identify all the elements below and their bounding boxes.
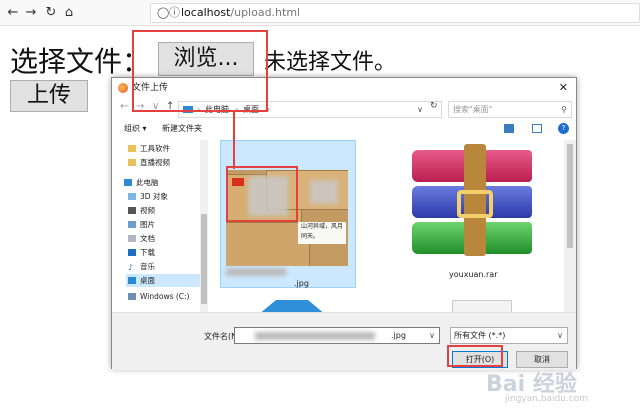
watermark-url: jingyan.baidu.com bbox=[505, 394, 589, 404]
no-file-text: 未选择文件。 bbox=[264, 50, 397, 75]
open-highlight-box bbox=[447, 345, 503, 367]
sidebar-item-c-drive[interactable]: Windows (C:) bbox=[128, 290, 189, 303]
url-host: localhost bbox=[181, 6, 231, 19]
browser-toolbar: ← → ↻ ⌂ ◯ ⓘ localhost/upload.html bbox=[0, 0, 640, 26]
picture-icon bbox=[128, 221, 136, 228]
chevron-down-icon: ∨ bbox=[557, 331, 563, 340]
organize-menu[interactable]: 组织 ▾ bbox=[124, 120, 147, 138]
sidebar-item-3d[interactable]: 3D 对象 bbox=[128, 190, 168, 203]
search-input[interactable]: 搜索"桌面" ⚲ bbox=[448, 101, 572, 118]
firefox-icon bbox=[118, 83, 128, 93]
file-upload-dialog: 文件上传 ✕ ← → ∨ ↑ › 此电脑 › 桌面 › ∨ ↻ 搜索"桌面" ⚲… bbox=[111, 77, 577, 370]
drive-icon bbox=[128, 293, 136, 300]
document-icon bbox=[128, 235, 136, 242]
note-text: 山河异域，风月同天。 bbox=[298, 222, 346, 244]
chevron-down-icon[interactable]: ∨ bbox=[417, 102, 423, 117]
winrar-icon bbox=[412, 144, 532, 260]
filename-input[interactable]: .jpg ∨ bbox=[234, 327, 440, 344]
video-icon bbox=[128, 207, 136, 214]
music-icon: ♪ bbox=[128, 263, 134, 272]
refresh-icon[interactable]: ↻ bbox=[430, 101, 438, 111]
search-icon: ⚲ bbox=[561, 105, 567, 114]
home-icon[interactable]: ⌂ bbox=[60, 4, 78, 22]
back-icon[interactable]: ← bbox=[120, 101, 128, 112]
sidebar-item-pictures[interactable]: 图片 bbox=[128, 218, 155, 231]
folder-icon bbox=[128, 159, 136, 166]
upload-button[interactable]: 上传 bbox=[10, 80, 88, 112]
partial-document-icon bbox=[452, 300, 512, 312]
shield-icon: ◯ bbox=[157, 6, 170, 19]
download-icon bbox=[128, 249, 136, 256]
computer-icon bbox=[124, 179, 132, 186]
sidebar-item-this-pc[interactable]: 此电脑 bbox=[124, 176, 159, 189]
url-path: /upload.html bbox=[230, 6, 301, 19]
partial-file-icon bbox=[252, 300, 332, 312]
scroll-thumb[interactable] bbox=[201, 214, 207, 304]
sidebar-scrollbar[interactable] bbox=[200, 140, 208, 312]
file-name-rar[interactable]: youxuan.rar bbox=[449, 270, 498, 279]
pane-icon[interactable] bbox=[532, 124, 542, 133]
sidebar-item-tools[interactable]: 工具软件 bbox=[128, 142, 170, 155]
info-icon[interactable]: ⓘ bbox=[169, 4, 180, 22]
close-icon[interactable]: ✕ bbox=[559, 78, 568, 98]
file-highlight-box bbox=[226, 166, 298, 222]
file-name-jpg[interactable] bbox=[226, 268, 286, 277]
highlight-connector bbox=[233, 111, 235, 169]
file-type-select[interactable]: 所有文件 (*.*) ∨ bbox=[450, 327, 568, 344]
dialog-toolbar: 组织 ▾ 新建文件夹 ? bbox=[112, 120, 576, 138]
sidebar-item-music[interactable]: ♪ 音乐 bbox=[128, 260, 155, 273]
desktop-icon bbox=[128, 277, 136, 284]
reload-icon[interactable]: ↻ bbox=[42, 4, 60, 22]
cube-icon bbox=[128, 193, 136, 200]
sidebar-item-desktop[interactable]: 桌面 bbox=[126, 274, 206, 287]
sidebar-item-video[interactable]: 视频 bbox=[128, 204, 155, 217]
help-icon[interactable]: ? bbox=[558, 123, 569, 134]
new-folder-button[interactable]: 新建文件夹 bbox=[162, 120, 202, 138]
view-icon[interactable] bbox=[504, 124, 514, 133]
sidebar-item-documents[interactable]: 文档 bbox=[128, 232, 155, 245]
forward-icon[interactable]: → bbox=[22, 4, 40, 22]
folder-icon bbox=[128, 145, 136, 152]
sidebar-item-downloads[interactable]: 下载 bbox=[128, 246, 155, 259]
sidebar-item-live-video[interactable]: 直播视频 bbox=[128, 156, 170, 169]
chevron-down-icon[interactable]: ∨ bbox=[429, 328, 435, 343]
navigation-pane: 工具软件 直播视频 此电脑 3D 对象 视频 图片 文档 下载 ♪ 音乐 桌面 W… bbox=[112, 140, 208, 312]
search-placeholder: 搜索"桌面" bbox=[453, 105, 493, 114]
back-icon[interactable]: ← bbox=[4, 4, 22, 22]
browse-highlight-box bbox=[132, 30, 268, 112]
url-bar[interactable]: ◯ ⓘ localhost/upload.html bbox=[150, 3, 640, 23]
select-file-label: 选择文件： bbox=[10, 45, 151, 78]
files-scrollbar[interactable] bbox=[564, 140, 576, 312]
dialog-footer: 文件名(N): .jpg ∨ 所有文件 (*.*) ∨ 打开(O) 取消 bbox=[112, 312, 576, 370]
scroll-thumb[interactable] bbox=[567, 144, 573, 248]
